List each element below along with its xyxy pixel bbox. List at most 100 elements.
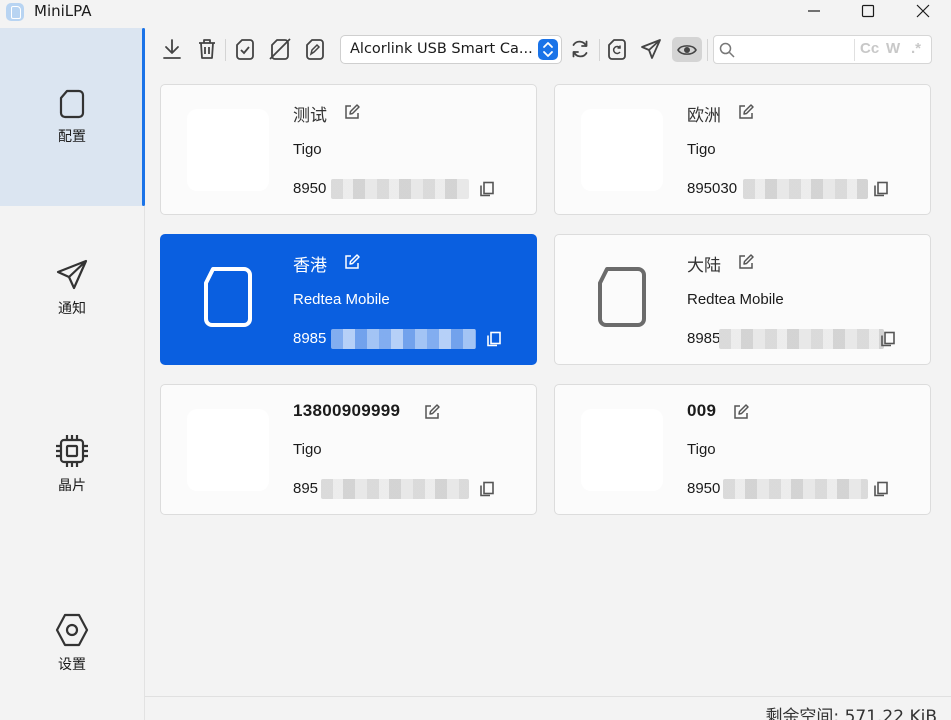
edit-name-button[interactable] <box>343 103 361 125</box>
sim-card-icon <box>187 259 269 341</box>
iccid-redacted <box>331 329 476 349</box>
copy-iccid-button[interactable] <box>479 481 495 501</box>
copy-icon <box>874 481 888 497</box>
edit-icon <box>739 254 754 269</box>
copy-icon <box>480 481 494 497</box>
copy-iccid-button[interactable] <box>880 331 896 351</box>
edit-icon <box>739 104 754 119</box>
profile-iccid: 895030 <box>687 180 738 197</box>
whole-word-toggle[interactable]: W <box>886 40 900 57</box>
profile-name: 009 <box>687 401 717 420</box>
edit-icon <box>345 104 360 119</box>
profile-iccid: 8950 <box>293 180 327 197</box>
reader-select[interactable]: Alcorlink USB Smart Ca... <box>340 35 562 64</box>
reset-icon <box>608 39 626 60</box>
regex-toggle[interactable]: .* <box>911 40 921 57</box>
download-button[interactable] <box>160 37 184 61</box>
sim-card-icon <box>581 259 663 341</box>
maximize-icon <box>861 4 875 18</box>
enable-profile-icon <box>236 39 254 60</box>
enable-profile-button[interactable] <box>233 37 257 61</box>
delete-icon <box>199 39 215 59</box>
sidebar: 配置 通知 晶片 设置 <box>0 28 145 720</box>
toolbar-divider <box>599 39 600 61</box>
profile-card[interactable]: 欧洲 Tigo 895030 <box>554 84 931 215</box>
copy-icon <box>480 181 494 197</box>
refresh-button[interactable] <box>568 37 592 61</box>
profile-iccid: 895 <box>293 480 319 497</box>
app-title: MiniLPA <box>34 2 92 20</box>
updown-chevron-icon <box>538 39 558 60</box>
disable-profile-icon <box>269 38 291 60</box>
eye-icon <box>677 44 697 55</box>
toolbar-divider <box>225 39 226 61</box>
maximize-button[interactable] <box>845 0 891 22</box>
sidebar-item-notifications[interactable]: 通知 <box>0 258 144 318</box>
send-notification-button[interactable] <box>639 37 663 61</box>
sidebar-item-label: 配置 <box>58 129 86 145</box>
toolbar: Alcorlink USB Smart Ca... Cc W .* <box>145 28 951 72</box>
profile-card[interactable]: 测试 Tigo 8950 <box>160 84 537 215</box>
profile-carrier: Tigo <box>687 141 716 158</box>
sim-card-icon <box>59 89 85 119</box>
profile-name: 13800909999 <box>293 401 401 420</box>
iccid-redacted <box>331 179 469 199</box>
iccid-redacted <box>743 179 868 199</box>
toggle-visibility-button[interactable] <box>672 37 702 62</box>
send-notification-icon <box>641 39 661 59</box>
copy-icon <box>874 181 888 197</box>
profile-iccid: 8985 <box>293 330 327 347</box>
edit-name-button[interactable] <box>423 403 441 425</box>
profile-icon-placeholder <box>581 109 663 191</box>
profile-name: 欧洲 <box>687 106 721 126</box>
search-input[interactable] <box>741 39 851 60</box>
free-space-label: 剩余空间: 571.22 KiB <box>765 707 937 720</box>
app-window: MiniLPA 配置 通知 晶片 设置 Alcorlink USB Smart … <box>0 0 951 720</box>
disable-profile-button[interactable] <box>268 37 292 61</box>
profile-card[interactable]: 13800909999 Tigo 895 <box>160 384 537 515</box>
profile-name: 测试 <box>293 106 327 126</box>
reset-button[interactable] <box>605 37 629 61</box>
copy-iccid-button[interactable] <box>479 181 495 201</box>
download-icon <box>163 39 181 59</box>
sidebar-item-label: 晶片 <box>58 478 86 494</box>
profile-icon-placeholder <box>187 409 269 491</box>
match-case-toggle[interactable]: Cc <box>860 40 879 57</box>
edit-name-button[interactable] <box>737 103 755 125</box>
sidebar-item-chip[interactable]: 晶片 <box>0 433 144 495</box>
iccid-redacted <box>321 479 469 499</box>
profile-iccid: 8985 <box>687 330 721 347</box>
hexagon-settings-icon <box>55 613 89 647</box>
profile-name: 大陆 <box>687 256 721 276</box>
minimize-button[interactable] <box>791 0 837 22</box>
profile-carrier: Redtea Mobile <box>293 291 390 308</box>
profile-icon-placeholder <box>187 109 269 191</box>
profile-carrier: Tigo <box>293 141 322 158</box>
title-bar: MiniLPA <box>0 0 951 24</box>
rename-icon <box>306 39 324 60</box>
close-button[interactable] <box>900 0 946 22</box>
copy-iccid-button[interactable] <box>873 181 889 201</box>
copy-iccid-button[interactable] <box>486 331 502 351</box>
edit-icon <box>345 254 360 269</box>
refresh-icon <box>572 40 588 58</box>
edit-name-button[interactable] <box>737 253 755 275</box>
profile-icon-placeholder <box>581 409 663 491</box>
edit-name-button[interactable] <box>732 403 750 425</box>
profile-carrier: Tigo <box>293 441 322 458</box>
sidebar-item-profiles[interactable]: 配置 <box>0 28 145 206</box>
edit-name-button[interactable] <box>343 253 361 275</box>
profile-card[interactable]: 大陆 Redtea Mobile 8985 <box>554 234 931 365</box>
profile-card-selected[interactable]: 香港 Redtea Mobile 8985 <box>160 234 537 365</box>
rename-button[interactable] <box>303 37 327 61</box>
edit-icon <box>734 404 749 419</box>
search-options-divider <box>854 39 855 61</box>
sidebar-item-label: 设置 <box>58 657 86 673</box>
copy-icon <box>487 331 501 347</box>
profile-card[interactable]: 009 Tigo 8950 <box>554 384 931 515</box>
sidebar-item-settings[interactable]: 设置 <box>0 612 144 674</box>
minimize-icon <box>808 10 820 12</box>
profile-carrier: Redtea Mobile <box>687 291 784 308</box>
delete-button[interactable] <box>195 37 219 61</box>
copy-iccid-button[interactable] <box>873 481 889 501</box>
